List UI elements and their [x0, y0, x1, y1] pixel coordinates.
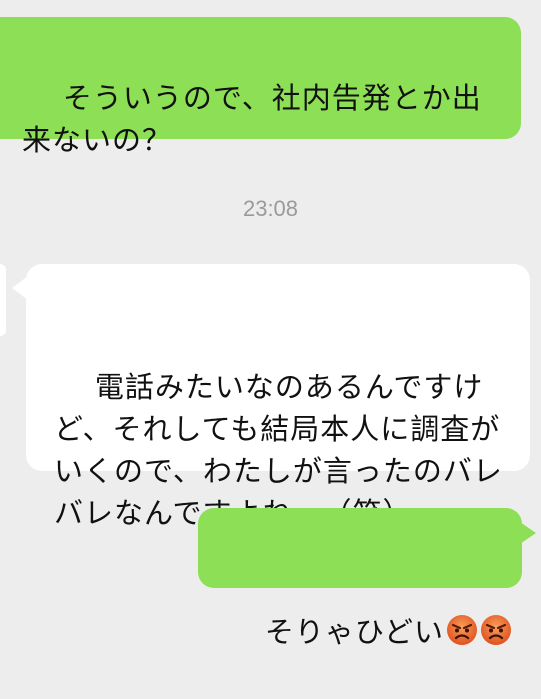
message-timestamp: 23:08: [242, 196, 299, 221]
angry-face-icon: [446, 614, 478, 657]
bubble-tail: [520, 522, 536, 544]
message-text: そういうので、社内告発とか出来ないの？: [22, 81, 482, 157]
bubble-tail: [12, 276, 28, 300]
angry-face-icon: [480, 614, 512, 657]
partial-message-bubble-edge: [0, 264, 6, 336]
incoming-message-bubble[interactable]: 電話みたいなのあるんですけど、それしても結局本人に調査がいくので、わたしが言った…: [12, 264, 530, 530]
message-text: 電話みたいなのあるんですけど、それしても結局本人に調査がいくので、わたしが言った…: [54, 370, 503, 530]
outgoing-message-bubble[interactable]: そういうので、社内告発とか出来ないの？: [0, 17, 521, 157]
outgoing-message-bubble[interactable]: そりゃひどい: [198, 508, 536, 649]
message-text: そりゃひどい: [264, 615, 445, 649]
